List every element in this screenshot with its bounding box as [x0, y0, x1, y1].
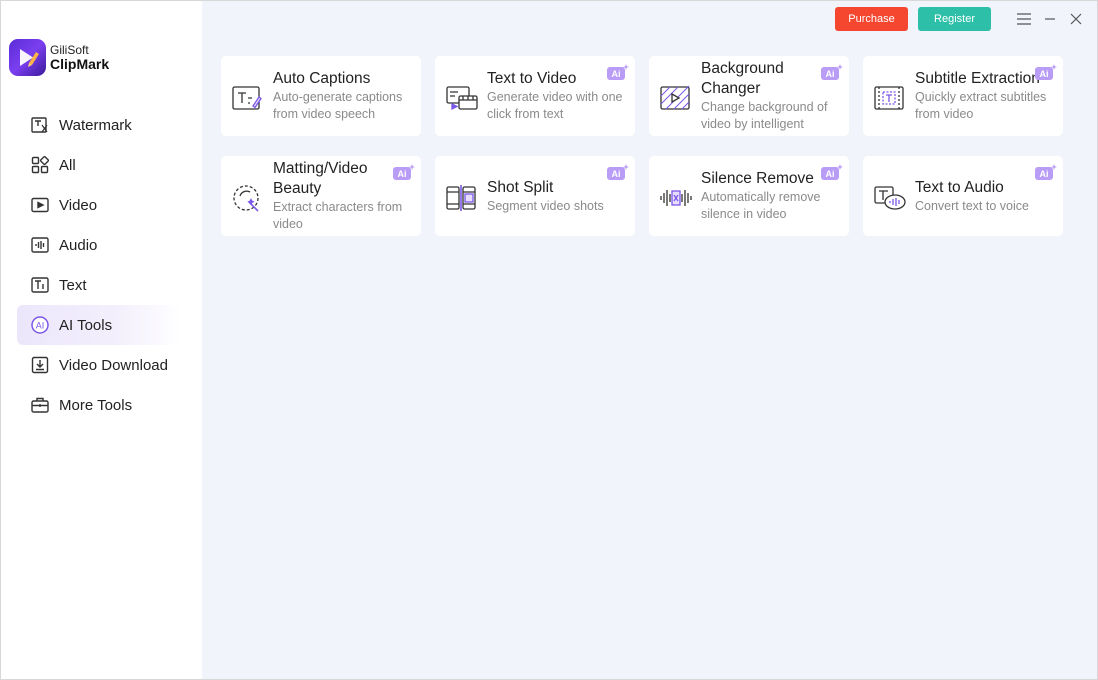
svg-text:AI: AI	[36, 321, 45, 331]
svg-text:Ai: Ai	[398, 169, 407, 179]
background-changer-icon	[659, 84, 693, 112]
tool-card-text-to-audio[interactable]: Text to Audio Convert text to voice Ai	[863, 156, 1063, 236]
tool-card-shot-split[interactable]: Shot Split Segment video shots Ai	[435, 156, 635, 236]
ai-badge-icon: Ai	[821, 64, 843, 80]
app-logo: GiliSoft ClipMark	[9, 39, 109, 76]
ai-icon: AI	[30, 315, 50, 335]
svg-text:Ai: Ai	[1040, 169, 1049, 179]
tool-title: Auto Captions	[273, 70, 371, 87]
tool-description: Quickly extract subtitles from video	[915, 90, 1047, 121]
ai-badge-icon: Ai	[821, 164, 843, 180]
grid-icon	[30, 155, 50, 175]
tool-card-auto-captions[interactable]: Auto Captions Auto-generate captions fro…	[221, 56, 421, 136]
text-to-audio-icon	[873, 184, 907, 212]
tool-card-text-to-video[interactable]: Text to Video Generate video with one cl…	[435, 56, 635, 136]
sidebar-item-label: More Tools	[59, 396, 133, 414]
app-brand: GiliSoft	[50, 43, 89, 57]
text-to-video-icon	[445, 84, 479, 112]
tool-title: Text to Audio	[915, 178, 1004, 196]
sidebar-item-more-tools[interactable]: More Tools	[17, 385, 182, 425]
sidebar-item-watermark[interactable]: Watermark	[17, 105, 182, 145]
matting-icon	[231, 184, 265, 212]
sidebar-item-label: AI Tools	[59, 316, 113, 334]
sidebar-item-label: Video Download	[59, 356, 168, 374]
sidebar-item-label: Audio	[59, 236, 98, 254]
ai-badge-icon: Ai	[1035, 164, 1057, 180]
toolbox-icon	[30, 395, 50, 415]
purchase-button[interactable]: Purchase	[835, 7, 908, 31]
tool-card-matting-video-beauty[interactable]: Matting/Video Beauty Extract characters …	[221, 156, 421, 236]
tool-description: Generate video with one click from text	[487, 90, 623, 121]
main-content: Purchase Register Auto Captions Auto-gen…	[202, 1, 1097, 679]
app-window: GiliSoft ClipMark Watermark All Video Au…	[0, 0, 1098, 680]
watermark-icon	[30, 115, 50, 135]
tool-title: Shot Split	[487, 178, 554, 196]
tool-card-background-changer[interactable]: Background Changer Change background of …	[649, 56, 849, 136]
svg-text:Ai: Ai	[612, 69, 621, 79]
auto-captions-icon	[231, 84, 265, 112]
sidebar-nav: Watermark All Video Audio Text AI AI Too…	[17, 105, 182, 425]
text-icon	[30, 275, 50, 295]
sidebar-item-video-download[interactable]: Video Download	[17, 345, 182, 385]
tool-description: Extract characters from video	[273, 200, 403, 231]
ai-badge-icon: Ai	[607, 64, 629, 80]
sidebar-item-all[interactable]: All	[17, 145, 182, 185]
svg-text:Ai: Ai	[612, 169, 621, 179]
minimize-icon[interactable]	[1041, 10, 1059, 28]
sidebar-item-audio[interactable]: Audio	[17, 225, 182, 265]
svg-text:Ai: Ai	[826, 169, 835, 179]
tool-description: Automatically remove silence in video	[701, 190, 821, 221]
sidebar-item-label: Text	[59, 276, 87, 294]
sidebar-item-label: Watermark	[59, 116, 132, 134]
tool-description: Convert text to voice	[915, 198, 1029, 213]
svg-text:Ai: Ai	[826, 69, 835, 79]
download-icon	[30, 355, 50, 375]
tool-card-silence-remove[interactable]: Silence Remove Automatically remove sile…	[649, 156, 849, 236]
tool-description: Auto-generate captions from video speech	[273, 90, 403, 121]
tool-card-subtitle-extraction[interactable]: Subtitle Extraction Quickly extract subt…	[863, 56, 1063, 136]
silence-remove-icon	[659, 184, 693, 212]
sidebar-item-label: All	[59, 156, 76, 174]
svg-text:Ai: Ai	[1040, 69, 1049, 79]
sidebar-item-ai-tools[interactable]: AI AI Tools	[17, 305, 182, 345]
tool-description: Change background of video by intelligen…	[701, 100, 828, 131]
subtitle-extraction-icon	[873, 84, 907, 112]
sidebar-item-video[interactable]: Video	[17, 185, 182, 225]
app-product-name: ClipMark	[50, 56, 110, 72]
sidebar: GiliSoft ClipMark Watermark All Video Au…	[1, 1, 202, 679]
ai-badge-icon: Ai	[607, 164, 629, 180]
register-button[interactable]: Register	[918, 7, 991, 31]
ai-badge-icon: Ai	[393, 164, 415, 180]
ai-tools-grid: Auto Captions Auto-generate captions fro…	[221, 56, 1063, 236]
sidebar-item-label: Video	[59, 196, 98, 214]
clipmark-logo-icon	[9, 39, 46, 76]
audio-icon	[30, 235, 50, 255]
title-bar: Purchase Register	[835, 7, 1085, 31]
sidebar-item-text[interactable]: Text	[17, 265, 182, 305]
shot-split-icon	[445, 184, 479, 212]
tool-description: Segment video shots	[487, 198, 604, 213]
menu-icon[interactable]	[1015, 10, 1033, 28]
close-icon[interactable]	[1067, 10, 1085, 28]
ai-badge-icon: Ai	[1035, 64, 1057, 80]
video-icon	[30, 195, 50, 215]
